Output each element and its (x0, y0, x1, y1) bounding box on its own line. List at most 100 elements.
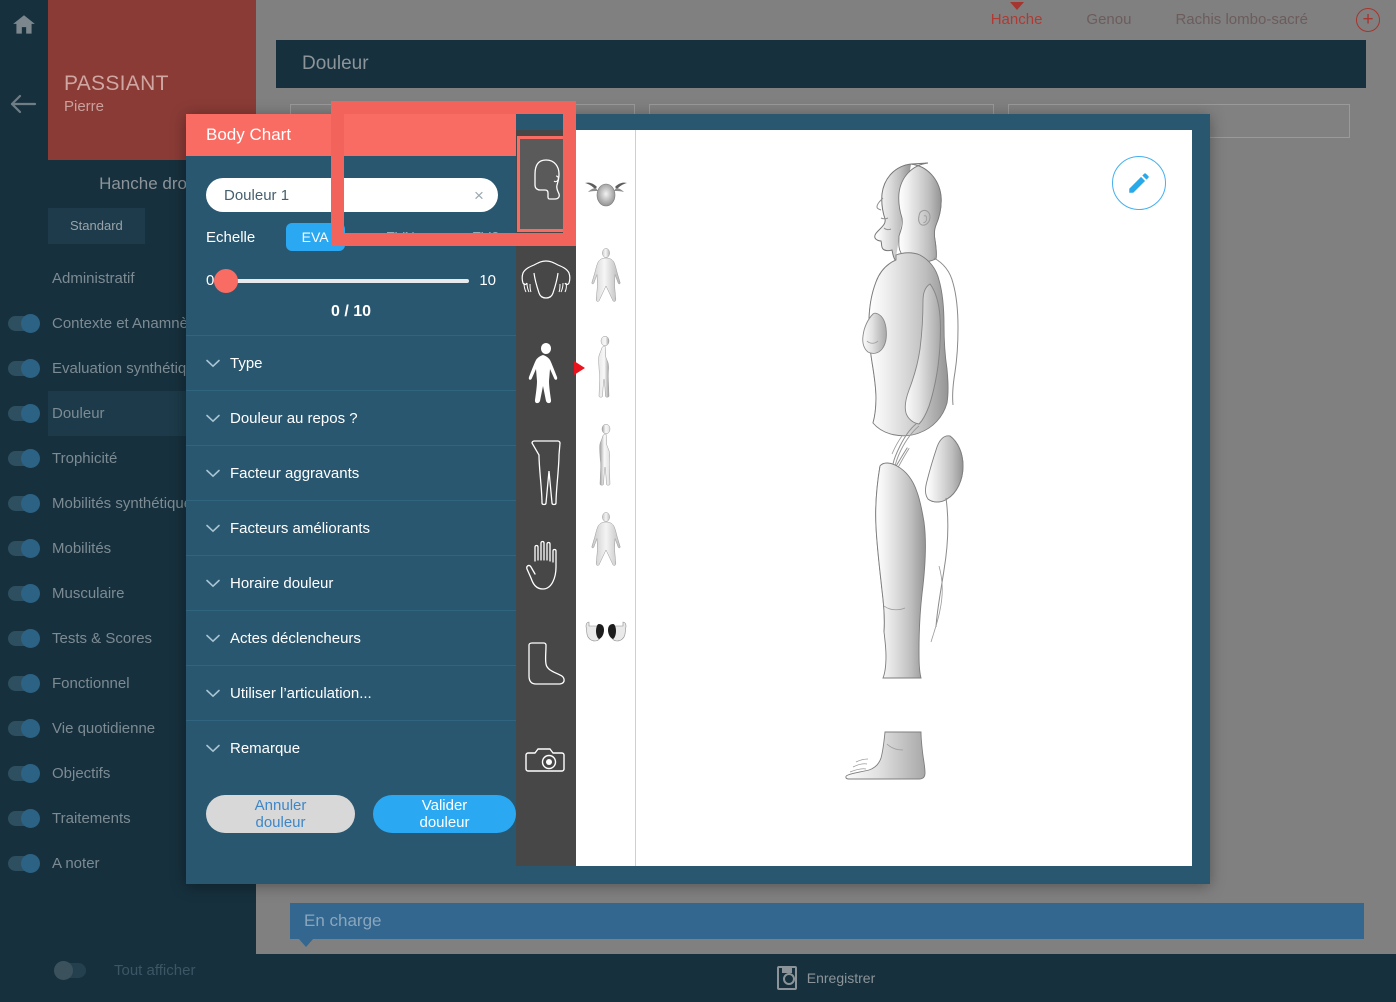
plus-icon: + (1362, 8, 1374, 30)
pain-slider[interactable] (214, 268, 470, 293)
tab-standard[interactable]: Standard (48, 208, 145, 244)
en-charge-bar[interactable]: En charge (290, 903, 1364, 947)
show-all-row[interactable]: Tout afficher (48, 946, 304, 994)
save-disk-icon (776, 966, 797, 990)
sidebar-toggle[interactable] (8, 404, 40, 423)
pencil-icon (1129, 173, 1149, 193)
toggle-knob-icon (21, 809, 40, 828)
sidebar-toggle[interactable] (8, 584, 40, 603)
accordion-item-remarque[interactable]: Remarque (186, 720, 516, 775)
toggle-knob-icon (21, 719, 40, 738)
foot-icon (528, 642, 565, 685)
accordion-item-actes-declencheurs[interactable]: Actes déclencheurs (186, 610, 516, 665)
tab-genou[interactable]: Genou (1064, 0, 1153, 40)
thumbnail-head-top[interactable] (576, 148, 636, 236)
home-button[interactable] (11, 12, 37, 43)
sidebar-item-label: Mobilités (52, 540, 112, 557)
patient-firstname: Pierre (64, 98, 105, 115)
feet-thumb-icon (585, 621, 626, 642)
accordion-list: Type Douleur au repos ? Facteur aggravan… (186, 335, 516, 775)
back-view-button[interactable] (517, 232, 575, 328)
scale-option-evs[interactable]: EVS (456, 223, 516, 251)
sidebar-item-label: Evaluation synthétique (52, 360, 203, 377)
thumbnail-body-side-left[interactable] (573, 324, 636, 412)
sidebar-toggle[interactable] (8, 539, 40, 558)
tab-hanche-label: Hanche (990, 11, 1043, 28)
sidebar-toggle[interactable] (8, 764, 40, 783)
pain-name-row: × (186, 156, 516, 218)
body-model-stage[interactable] (636, 130, 1192, 866)
app-root: Hanche Genou Rachis lombo-sacré + Douleu… (0, 0, 1396, 1002)
tab-hanche[interactable]: Hanche (969, 0, 1065, 40)
scale-option-eva[interactable]: EVA (285, 223, 345, 251)
chevron-down-icon (206, 469, 230, 478)
pain-slider-row: 0 10 (186, 256, 516, 293)
sidebar-toggle[interactable] (8, 629, 40, 648)
sidebar-item-label: Douleur (52, 405, 105, 422)
slider-thumb[interactable] (214, 268, 239, 293)
body-back-thumb-icon (591, 512, 620, 566)
pain-name-input[interactable] (206, 178, 498, 212)
hand-view-button[interactable] (517, 520, 575, 616)
body-chart-title: Body Chart (206, 125, 292, 144)
accordion-item-facteurs-ameliorants[interactable]: Facteurs améliorants (186, 500, 516, 555)
accordion-item-facteur-aggravants[interactable]: Facteur aggravants (186, 445, 516, 500)
slider-max-label: 10 (479, 272, 496, 289)
sidebar-toggle[interactable] (8, 809, 40, 828)
toggle-knob-icon (21, 629, 40, 648)
toggle-knob-icon (21, 449, 40, 468)
back-button[interactable] (9, 93, 39, 120)
sidebar-toggle[interactable] (8, 854, 40, 873)
toggle-knob-icon (21, 404, 40, 423)
body-front-thumb-icon (591, 248, 620, 302)
sidebar-toggle[interactable] (8, 359, 40, 378)
sidebar-item-label: Traitements (52, 810, 131, 827)
toggle-knob-icon (21, 584, 40, 603)
accordion-item-label: Horaire douleur (230, 574, 334, 592)
scale-option-evn[interactable]: EVN (370, 223, 431, 251)
arrow-left-icon (10, 94, 37, 114)
save-button[interactable]: Enregistrer (807, 970, 875, 986)
foot-view-button[interactable] (517, 616, 575, 712)
cancel-pain-button[interactable]: Annuler douleur (206, 795, 356, 833)
body-chart-dialog: Body Chart × Echelle EVA EVN EVS 0 10 (186, 114, 1210, 884)
clear-name-button[interactable]: × (474, 186, 484, 206)
accordion-item-type[interactable]: Type (186, 335, 516, 390)
chevron-down-icon (206, 634, 230, 643)
sidebar-item-label: Mobilités synthétiques (52, 495, 200, 512)
sidebar-toggle[interactable] (8, 719, 40, 738)
add-tab-button[interactable]: + (1356, 8, 1380, 32)
validate-pain-button[interactable]: Valider douleur (373, 795, 516, 833)
legs-view-button[interactable] (517, 424, 575, 520)
tab-rachis[interactable]: Rachis lombo-sacré (1153, 0, 1330, 40)
accordion-item-label: Utiliser l’articulation... (230, 684, 372, 702)
thumbnail-feet[interactable] (576, 588, 636, 676)
edit-button[interactable] (1112, 156, 1166, 210)
accordion-item-utiliser-articulation[interactable]: Utiliser l’articulation... (186, 665, 516, 720)
show-all-label: Tout afficher (114, 961, 196, 979)
full-body-view-button[interactable] (517, 328, 575, 424)
patient-lastname: PASSIANT (64, 72, 169, 95)
camera-snapshot-button[interactable] (517, 712, 575, 808)
thumbnail-body-side-right[interactable] (576, 412, 636, 500)
accordion-item-horaire-douleur[interactable]: Horaire douleur (186, 555, 516, 610)
tab-genou-label: Genou (1086, 11, 1132, 28)
accordion-item-label: Facteurs améliorants (230, 519, 371, 537)
head-view-button[interactable] (517, 136, 575, 232)
toggle-knob-icon (21, 539, 40, 558)
sidebar-toggle[interactable] (8, 314, 40, 333)
thumbnail-body-back[interactable] (576, 500, 636, 588)
toggle-knob-icon (21, 764, 40, 783)
show-all-toggle[interactable] (54, 960, 86, 980)
toggle-knob-icon (21, 359, 40, 378)
sidebar-toggle[interactable] (8, 494, 40, 513)
scale-label: Echelle (206, 228, 256, 246)
accordion-item-label: Facteur aggravants (230, 464, 360, 482)
body-side-left-thumb-icon (597, 335, 609, 398)
thumbnail-body-front[interactable] (576, 236, 636, 324)
body-model-side-profile[interactable] (634, 136, 1194, 856)
bottom-bar: Enregistrer (256, 954, 1396, 1002)
sidebar-toggle[interactable] (8, 674, 40, 693)
sidebar-toggle[interactable] (8, 449, 40, 468)
accordion-item-douleur-au-repos[interactable]: Douleur au repos ? (186, 390, 516, 445)
